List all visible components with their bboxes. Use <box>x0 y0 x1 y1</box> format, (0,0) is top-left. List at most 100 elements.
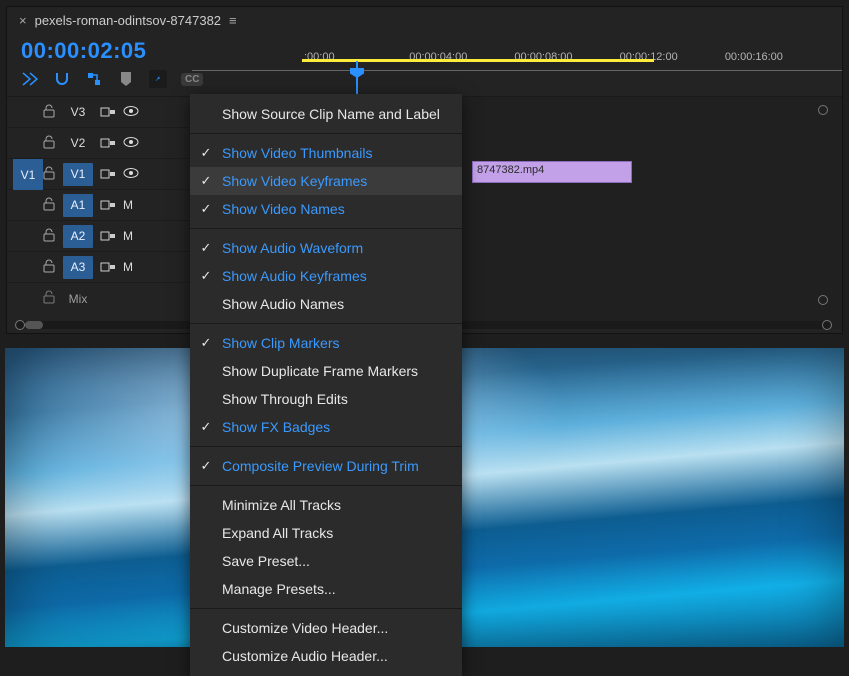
check-icon: ✓ <box>198 173 214 189</box>
menu-item[interactable]: Show Audio Names <box>190 290 462 318</box>
menu-item[interactable]: Customize Video Header... <box>190 614 462 642</box>
menu-item-label: Minimize All Tracks <box>222 497 341 513</box>
menu-item[interactable]: Manage Presets... <box>190 575 462 603</box>
track-row-a1[interactable]: A1 M <box>7 190 192 221</box>
eye-icon[interactable] <box>123 167 139 182</box>
timeline-display-settings-menu: Show Source Clip Name and Label ✓ Show Vid… <box>190 94 462 676</box>
lock-icon[interactable] <box>43 259 57 276</box>
mute-label[interactable]: M <box>123 260 133 274</box>
menu-item-label: Customize Video Header... <box>222 620 388 636</box>
menu-item-label: Show Duplicate Frame Markers <box>222 363 418 379</box>
check-icon: ✓ <box>198 201 214 217</box>
lock-icon[interactable] <box>43 135 57 152</box>
source-target-v1[interactable]: V1 <box>13 159 43 190</box>
check-icon: ✓ <box>198 458 214 474</box>
sync-icon[interactable] <box>99 104 117 120</box>
sync-icon[interactable] <box>99 166 117 182</box>
keyframe-marker <box>818 105 828 115</box>
video-clip[interactable]: 8747382.mp4 <box>472 161 632 183</box>
linked-selection-icon[interactable] <box>85 70 103 88</box>
menu-item-label: Show Video Thumbnails <box>222 145 372 161</box>
track-label[interactable]: V2 <box>63 132 93 155</box>
menu-item[interactable]: ✓ Composite Preview During Trim <box>190 452 462 480</box>
menu-item-label: Show FX Badges <box>222 419 330 435</box>
lock-icon[interactable] <box>43 290 57 307</box>
snap-icon[interactable] <box>53 70 71 88</box>
track-label[interactable]: A2 <box>63 225 93 248</box>
menu-item[interactable]: Show Through Edits <box>190 385 462 413</box>
sync-icon[interactable] <box>99 259 117 275</box>
menu-item[interactable]: Customize Audio Header... <box>190 642 462 670</box>
eye-icon[interactable] <box>123 105 139 120</box>
menu-separator <box>190 608 462 609</box>
mute-label[interactable]: M <box>123 198 133 212</box>
check-icon: ✓ <box>198 240 214 256</box>
menu-separator <box>190 446 462 447</box>
track-label[interactable]: A1 <box>63 194 93 217</box>
menu-item[interactable]: Show Duplicate Frame Markers <box>190 357 462 385</box>
track-label[interactable]: V1 <box>63 163 93 186</box>
sequence-title: pexels-roman-odintsov-8747382 <box>35 13 221 28</box>
check-icon: ✓ <box>198 419 214 435</box>
menu-item-label: Show Source Clip Name and Label <box>222 106 440 122</box>
menu-item[interactable]: ✓ Show Video Keyframes <box>190 167 462 195</box>
menu-item-label: Customize Audio Header... <box>222 648 388 664</box>
menu-item-label: Composite Preview During Trim <box>222 458 419 474</box>
eye-icon[interactable] <box>123 136 139 151</box>
menu-item[interactable]: ✓ Show FX Badges <box>190 413 462 441</box>
track-row-v2[interactable]: V2 <box>7 128 192 159</box>
menu-item[interactable]: Minimize All Tracks <box>190 491 462 519</box>
menu-item[interactable]: ✓ Show Video Thumbnails <box>190 139 462 167</box>
menu-item-label: Show Video Keyframes <box>222 173 367 189</box>
time-ruler[interactable]: :00:00 00:00:04:00 00:00:08:00 00:00:12:… <box>192 51 842 97</box>
panel-menu-icon[interactable]: ≡ <box>229 13 237 28</box>
track-label[interactable]: V3 <box>63 101 93 124</box>
wrench-settings-icon[interactable] <box>149 70 167 88</box>
menu-item-label: Manage Presets... <box>222 581 336 597</box>
sync-icon[interactable] <box>99 135 117 151</box>
menu-item-label: Show Video Names <box>222 201 345 217</box>
menu-item-label: Show Audio Keyframes <box>222 268 367 284</box>
mute-label[interactable]: M <box>123 229 133 243</box>
menu-item[interactable]: ✓Show Clip Markers <box>190 329 462 357</box>
panel-header: × pexels-roman-odintsov-8747382 ≡ <box>7 7 842 34</box>
check-icon: ✓ <box>198 268 214 284</box>
sync-icon[interactable] <box>99 197 117 213</box>
menu-item[interactable]: Expand All Tracks <box>190 519 462 547</box>
sync-icon[interactable] <box>99 228 117 244</box>
ruler-label: 00:00:16:00 <box>725 51 830 63</box>
menu-item[interactable]: ✓ Show Audio Keyframes <box>190 262 462 290</box>
track-label[interactable]: A3 <box>63 256 93 279</box>
insert-overwrite-icon[interactable] <box>21 70 39 88</box>
track-headers: V1 V3 V2 <box>7 97 192 329</box>
menu-separator <box>190 228 462 229</box>
work-area-bar[interactable] <box>302 59 654 62</box>
marker-icon[interactable] <box>117 70 135 88</box>
menu-item[interactable]: ✓ Show Audio Waveform <box>190 234 462 262</box>
menu-separator <box>190 133 462 134</box>
track-row-a3[interactable]: A3 M <box>7 252 192 283</box>
menu-item-label: Expand All Tracks <box>222 525 333 541</box>
menu-item-label: Show Audio Names <box>222 296 344 312</box>
menu-separator <box>190 323 462 324</box>
lock-icon[interactable] <box>43 228 57 245</box>
track-row-a2[interactable]: A2 M <box>7 221 192 252</box>
menu-item[interactable]: ✓ Show Video Names <box>190 195 462 223</box>
track-row-v3[interactable]: V3 <box>7 97 192 128</box>
check-icon: ✓ <box>198 335 214 351</box>
close-icon[interactable]: × <box>19 13 27 28</box>
menu-separator <box>190 485 462 486</box>
menu-item[interactable]: Save Preset... <box>190 547 462 575</box>
current-timecode[interactable]: 00:00:02:05 <box>21 38 146 64</box>
track-label[interactable]: Mix <box>63 287 93 310</box>
check-icon: ✓ <box>198 145 214 161</box>
menu-item-label: Show Audio Waveform <box>222 240 363 256</box>
lock-icon[interactable] <box>43 166 57 183</box>
scrollbar-thumb[interactable] <box>25 321 43 329</box>
zoom-handle-left[interactable] <box>15 320 25 330</box>
track-row-mix[interactable]: Mix <box>7 283 192 314</box>
lock-icon[interactable] <box>43 104 57 121</box>
zoom-handle-right[interactable] <box>822 320 832 330</box>
lock-icon[interactable] <box>43 197 57 214</box>
menu-item[interactable]: Show Source Clip Name and Label <box>190 100 462 128</box>
